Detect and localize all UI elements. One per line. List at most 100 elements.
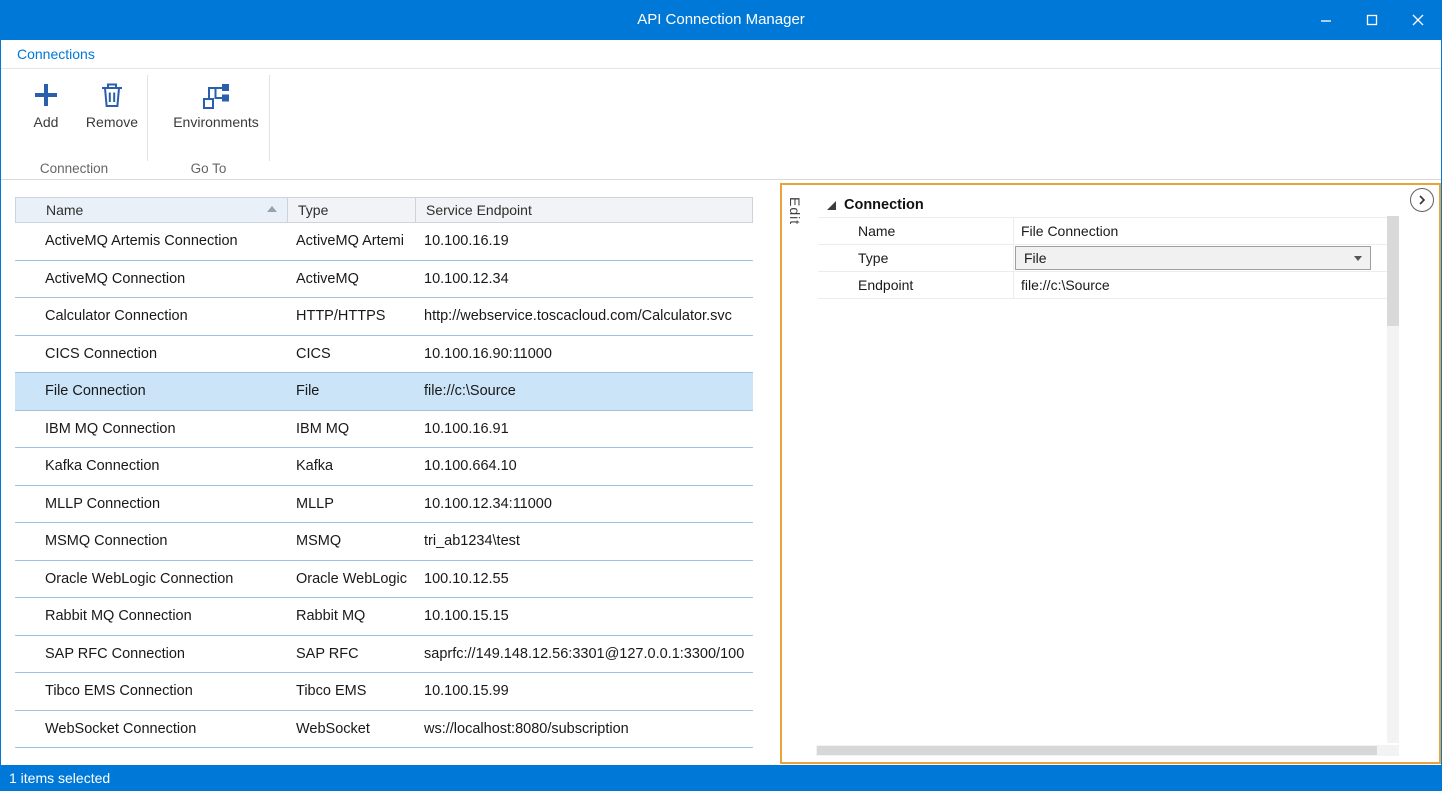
collapse-panel-button[interactable] bbox=[1410, 188, 1434, 212]
type-combobox[interactable]: File bbox=[1015, 246, 1371, 270]
vertical-scrollbar-thumb[interactable] bbox=[1387, 216, 1399, 326]
statusbar: 1 items selected bbox=[1, 765, 1441, 791]
cell-endpoint: http://webservice.toscacloud.com/Calcula… bbox=[414, 308, 753, 324]
cell-name: MLLP Connection bbox=[15, 496, 286, 512]
property-grid-fields: NameFile ConnectionType File Endpointfile:… bbox=[818, 217, 1387, 299]
table-row[interactable]: ActiveMQ ConnectionActiveMQ10.100.12.34 bbox=[15, 261, 753, 299]
remove-button-label: Remove bbox=[86, 114, 138, 130]
ribbon: Add Remove Environments Connec bbox=[1, 69, 1441, 180]
cell-type: Kafka bbox=[286, 458, 414, 474]
column-header-name[interactable]: Name bbox=[16, 198, 287, 222]
menubar: Connections bbox=[1, 40, 1441, 69]
ribbon-group-separator bbox=[269, 75, 270, 161]
table-row[interactable]: CICS ConnectionCICS10.100.16.90:11000 bbox=[15, 336, 753, 374]
close-icon bbox=[1412, 14, 1424, 26]
cell-endpoint: 100.10.12.55 bbox=[414, 571, 753, 587]
table-row[interactable]: MLLP ConnectionMLLP10.100.12.34:11000 bbox=[15, 486, 753, 524]
cell-endpoint: file://c:\Source bbox=[414, 383, 753, 399]
cell-name: SAP RFC Connection bbox=[15, 646, 286, 662]
remove-button[interactable]: Remove bbox=[81, 79, 143, 141]
cell-type: Oracle WebLogic bbox=[286, 571, 414, 587]
property-row-type: Type File bbox=[818, 245, 1387, 272]
table-body: ActiveMQ Artemis ConnectionActiveMQ Arte… bbox=[15, 223, 753, 748]
cell-name: Rabbit MQ Connection bbox=[15, 608, 286, 624]
table-row[interactable]: IBM MQ ConnectionIBM MQ10.100.16.91 bbox=[15, 411, 753, 449]
property-label: Type bbox=[818, 245, 1014, 271]
cell-endpoint: 10.100.16.90:11000 bbox=[414, 346, 753, 362]
horizontal-scrollbar-thumb[interactable] bbox=[817, 746, 1377, 755]
table-row[interactable]: File ConnectionFilefile://c:\Source bbox=[15, 373, 753, 411]
ribbon-group-connection-label: Connection bbox=[1, 161, 147, 176]
cell-endpoint: ws://localhost:8080/subscription bbox=[414, 721, 753, 737]
cell-type: IBM MQ bbox=[286, 421, 414, 437]
property-row-name: NameFile Connection bbox=[818, 218, 1387, 245]
cell-type: HTTP/HTTPS bbox=[286, 308, 414, 324]
plus-icon bbox=[30, 79, 62, 111]
close-button[interactable] bbox=[1395, 0, 1441, 40]
cell-endpoint: 10.100.16.19 bbox=[414, 233, 753, 249]
sort-ascending-icon bbox=[267, 206, 277, 212]
cell-name: Oracle WebLogic Connection bbox=[15, 571, 286, 587]
cell-name: Tibco EMS Connection bbox=[15, 683, 286, 699]
table-row[interactable]: Tibco EMS ConnectionTibco EMS10.100.15.9… bbox=[15, 673, 753, 711]
cell-name: MSMQ Connection bbox=[15, 533, 286, 549]
trash-icon bbox=[96, 79, 128, 111]
environments-button[interactable]: Environments bbox=[165, 79, 267, 141]
cell-name: Kafka Connection bbox=[15, 458, 286, 474]
minimize-button[interactable] bbox=[1303, 0, 1349, 40]
vertical-scrollbar[interactable] bbox=[1387, 216, 1399, 743]
cell-type: SAP RFC bbox=[286, 646, 414, 662]
property-value-cell: File bbox=[1014, 245, 1387, 271]
window-controls bbox=[1303, 0, 1441, 40]
table-row[interactable]: ActiveMQ Artemis ConnectionActiveMQ Arte… bbox=[15, 223, 753, 261]
maximize-icon bbox=[1366, 14, 1378, 26]
cell-endpoint: 10.100.12.34:11000 bbox=[414, 496, 753, 512]
tab-connections[interactable]: Connections bbox=[17, 40, 95, 68]
table-row[interactable]: Oracle WebLogic ConnectionOracle WebLogi… bbox=[15, 561, 753, 599]
titlebar: API Connection Manager bbox=[1, 0, 1441, 40]
cell-endpoint: 10.100.16.91 bbox=[414, 421, 753, 437]
edit-panel-tab[interactable]: Edit bbox=[787, 197, 803, 225]
cell-type: Tibco EMS bbox=[286, 683, 414, 699]
table-header: Name Type Service Endpoint bbox=[15, 197, 753, 223]
table-row[interactable]: WebSocket ConnectionWebSocketws://localh… bbox=[15, 711, 753, 749]
cell-type: MSMQ bbox=[286, 533, 414, 549]
app-window: API Connection Manager Connections Add bbox=[0, 0, 1442, 791]
cell-type: ActiveMQ Artemi bbox=[286, 233, 414, 249]
cell-endpoint: saprfc://149.148.12.56:3301@127.0.0.1:33… bbox=[414, 646, 753, 662]
selection-count: 1 items selected bbox=[9, 770, 110, 786]
table-row[interactable]: SAP RFC ConnectionSAP RFCsaprfc://149.14… bbox=[15, 636, 753, 674]
cell-name: IBM MQ Connection bbox=[15, 421, 286, 437]
connections-table: Name Type Service Endpoint ActiveMQ Arte… bbox=[15, 197, 753, 748]
column-header-name-label: Name bbox=[46, 202, 83, 218]
expander-expanded-icon bbox=[827, 201, 836, 210]
column-header-service-endpoint[interactable]: Service Endpoint bbox=[415, 198, 752, 222]
edit-panel: Edit Connection NameFile ConnectionTypeF… bbox=[780, 183, 1441, 764]
column-header-type[interactable]: Type bbox=[287, 198, 415, 222]
horizontal-scrollbar[interactable] bbox=[816, 745, 1399, 756]
category-header-connection[interactable]: Connection bbox=[818, 193, 1387, 217]
cell-type: Rabbit MQ bbox=[286, 608, 414, 624]
table-row[interactable]: Kafka ConnectionKafka10.100.664.10 bbox=[15, 448, 753, 486]
maximize-button[interactable] bbox=[1349, 0, 1395, 40]
table-row[interactable]: Calculator ConnectionHTTP/HTTPShttp://we… bbox=[15, 298, 753, 336]
table-row[interactable]: Rabbit MQ ConnectionRabbit MQ10.100.15.1… bbox=[15, 598, 753, 636]
cell-endpoint: 10.100.12.34 bbox=[414, 271, 753, 287]
category-header-label: Connection bbox=[844, 197, 924, 213]
combobox-selected-value: File bbox=[1024, 250, 1047, 266]
endpoint-value-field[interactable]: file://c:\Source bbox=[1014, 272, 1387, 298]
cell-name: WebSocket Connection bbox=[15, 721, 286, 737]
chevron-down-icon bbox=[1354, 256, 1362, 261]
ribbon-group-goto-label: Go To bbox=[148, 161, 269, 176]
property-label: Name bbox=[818, 218, 1014, 244]
table-row[interactable]: MSMQ ConnectionMSMQtri_ab1234\test bbox=[15, 523, 753, 561]
window-title: API Connection Manager bbox=[1, 0, 1441, 40]
property-row-endpoint: Endpointfile://c:\Source bbox=[818, 272, 1387, 299]
cell-type: File bbox=[286, 383, 414, 399]
name-value-field[interactable]: File Connection bbox=[1014, 218, 1387, 244]
chevron-right-icon bbox=[1417, 195, 1427, 205]
cell-endpoint: 10.100.15.15 bbox=[414, 608, 753, 624]
add-button[interactable]: Add bbox=[17, 79, 75, 141]
cell-name: CICS Connection bbox=[15, 346, 286, 362]
cell-name: ActiveMQ Connection bbox=[15, 271, 286, 287]
